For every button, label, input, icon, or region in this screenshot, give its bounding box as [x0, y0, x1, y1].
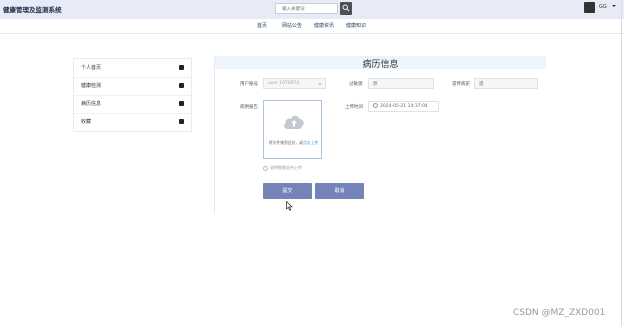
cloud-upload-icon: [284, 115, 304, 129]
sidebar-item-label: 个人首页: [81, 65, 102, 71]
info-icon: [263, 165, 268, 171]
app-title: 健康管理及监测系统: [3, 6, 62, 14]
sidebar: 个人首页 健康检测 病历信息 收藏: [73, 58, 192, 132]
sidebar-item-health-check[interactable]: 健康检测: [74, 77, 191, 96]
nav-item-announcements[interactable]: 网站公告: [282, 22, 302, 29]
chevron-down-icon[interactable]: [612, 5, 616, 7]
sidebar-item-profile[interactable]: 个人首页: [74, 59, 191, 78]
sidebar-item-label: 收藏: [81, 119, 92, 125]
top-header: 健康管理及监测系统 GG: [0, 0, 624, 19]
allergy-input[interactable]: [368, 78, 434, 89]
mouse-cursor-icon: [286, 201, 293, 211]
sidebar-item-medical-records[interactable]: 病历信息: [74, 95, 191, 114]
sidebar-item-label: 病历信息: [81, 101, 102, 107]
genetic-label: 遗传病史: [452, 82, 470, 87]
search-button[interactable]: [340, 2, 352, 15]
clock-icon: [373, 103, 378, 108]
upload-tip: 说明图像支持上传: [263, 165, 302, 171]
nav-item-news[interactable]: 健康资讯: [314, 22, 334, 29]
upload-time-picker[interactable]: 2024-05-21 14:37:04: [368, 101, 439, 112]
account-value: user 1076974: [268, 81, 300, 86]
search-input[interactable]: [275, 3, 338, 14]
sidebar-item-label: 健康检测: [81, 83, 102, 89]
upload-time-value: 2024-05-21 14:37:04: [380, 104, 428, 109]
file-upload-dropzone[interactable]: 将文件拖到此处，或点击上传: [263, 100, 322, 159]
panel-header: 病历信息: [215, 56, 546, 70]
upload-hint: 将文件拖到此处，或点击上传: [264, 140, 323, 146]
avatar[interactable]: [584, 2, 595, 13]
account-select[interactable]: user 1076974: [263, 78, 326, 89]
sidebar-item-favorites[interactable]: 收藏: [74, 113, 191, 131]
upload-tip-text: 说明图像支持上传: [270, 165, 302, 170]
home-icon: [179, 119, 184, 124]
home-icon: [179, 65, 184, 70]
page-title: 病历信息: [362, 60, 399, 70]
chevron-down-icon: [318, 83, 322, 85]
search-icon: [342, 4, 350, 12]
main-nav: 首页 网站公告 健康资讯 健康知识: [0, 19, 624, 34]
allergy-label: 过敏源: [349, 82, 363, 87]
nav-item-knowledge[interactable]: 健康知识: [346, 22, 366, 29]
report-label: 病例报告: [240, 105, 258, 110]
user-name[interactable]: GG: [599, 4, 607, 10]
submit-button[interactable]: 提交: [263, 183, 312, 199]
home-icon: [179, 101, 184, 106]
genetic-input[interactable]: [474, 78, 538, 89]
watermark: CSDN @MZ_ZXD001: [513, 308, 606, 318]
upload-time-label: 上传时间: [345, 105, 363, 110]
nav-item-home[interactable]: 首页: [257, 22, 267, 29]
upload-hint-text: 将文件拖到此处，或: [268, 140, 303, 145]
window-border: [621, 0, 622, 326]
upload-link[interactable]: 点击上传: [303, 140, 318, 145]
account-label: 用户账号: [240, 82, 258, 87]
cancel-button[interactable]: 取消: [315, 183, 364, 199]
home-icon: [179, 83, 184, 88]
